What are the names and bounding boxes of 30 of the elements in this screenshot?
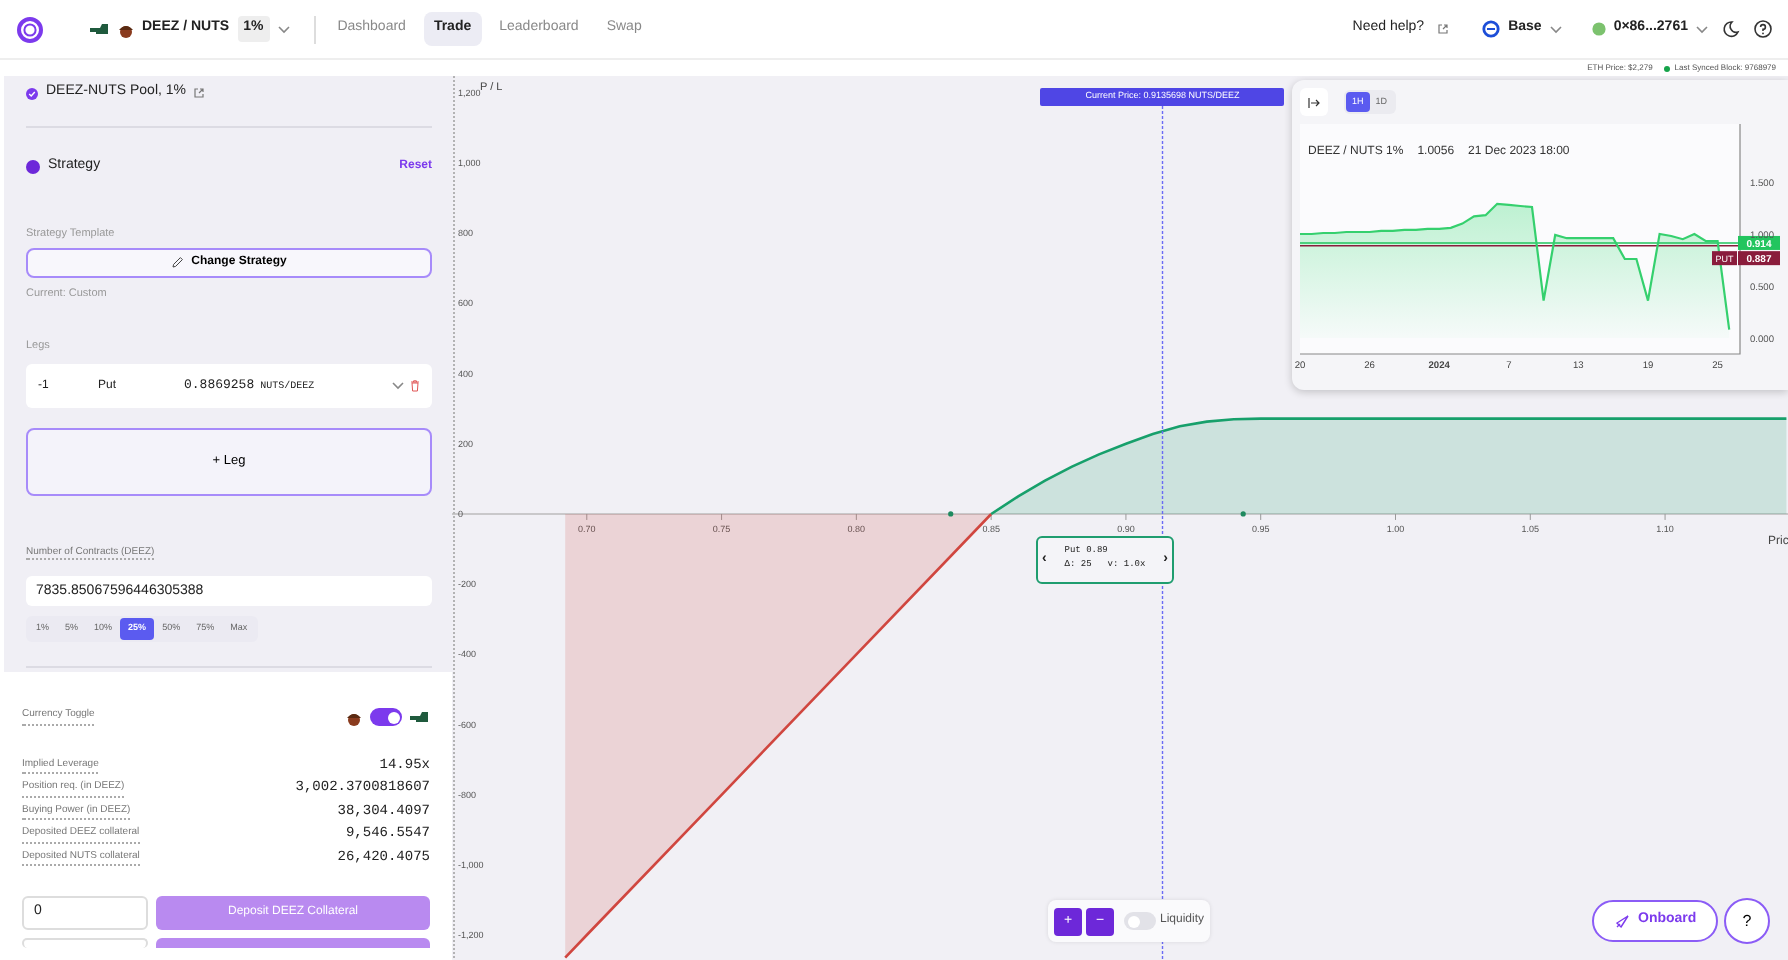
arrow-icon [1308,97,1320,107]
avatar-icon [1591,22,1606,36]
acorn-icon [346,709,362,725]
moon-icon[interactable] [1722,20,1740,38]
status-dot-icon [26,159,40,174]
caret-icon[interactable] [1696,25,1708,33]
hand-icon [90,21,110,37]
marker-dot [948,511,954,517]
help-icon[interactable] [1754,20,1772,38]
help-button[interactable]: ? [1724,898,1770,944]
external-link-icon[interactable] [194,88,205,98]
deposit-button[interactable] [156,937,430,948]
pencil-icon [171,256,184,269]
caret-icon[interactable] [277,25,290,33]
caret-icon[interactable] [1549,25,1562,33]
check-icon [26,87,38,99]
acorn-icon [118,21,134,37]
status-dot-icon [1664,65,1671,71]
currency-switch[interactable] [370,708,402,726]
liquidity-switch[interactable] [1124,912,1156,930]
collapse-button[interactable] [1300,88,1328,116]
marker-dot [1240,511,1246,517]
rocket-icon [1614,913,1630,929]
hand-icon [410,709,430,725]
network-icon [1482,20,1501,38]
collateral-field[interactable] [22,937,148,948]
logo-icon[interactable] [16,15,44,43]
external-link-icon [1438,24,1449,34]
trash-icon[interactable] [410,380,420,393]
caret-icon[interactable] [392,382,404,391]
